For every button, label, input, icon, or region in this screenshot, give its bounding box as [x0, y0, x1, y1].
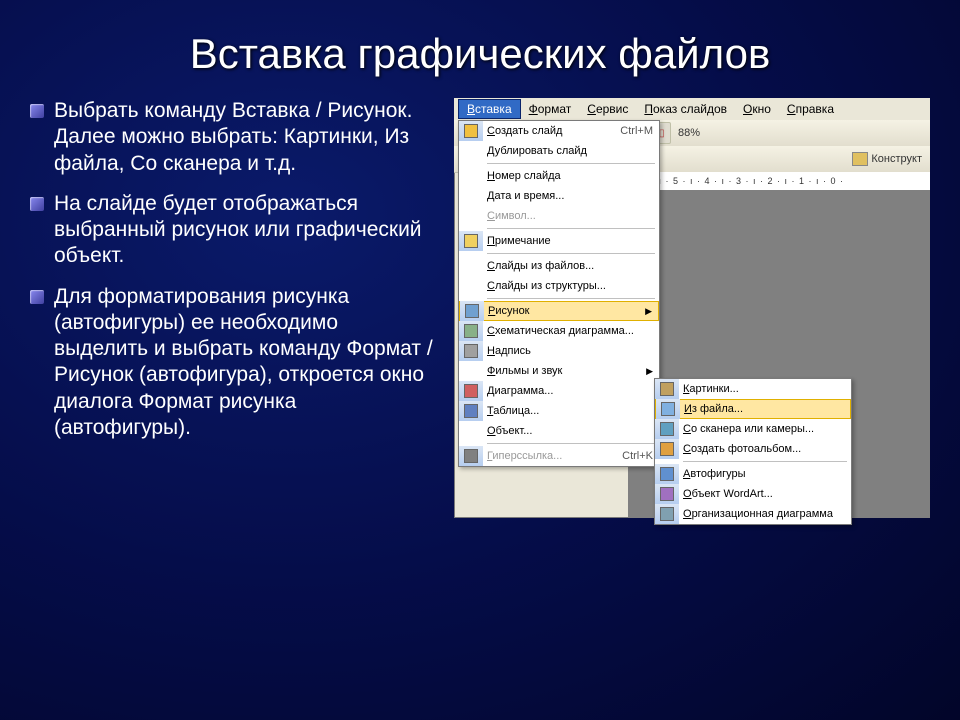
- submenu-arrow-icon: ▶: [646, 366, 653, 377]
- album-icon: [655, 439, 679, 459]
- blank-icon: [459, 361, 483, 381]
- menubar-item[interactable]: Формат: [521, 100, 580, 118]
- menu-item[interactable]: Слайды из структуры...: [459, 276, 659, 296]
- blank-icon: [459, 256, 483, 276]
- blank-icon: [459, 206, 483, 226]
- menubar: ВставкаФорматСервисПоказ слайдовОкноСпра…: [454, 98, 930, 121]
- org-icon: [655, 504, 679, 524]
- menubar-item[interactable]: Сервис: [579, 100, 636, 118]
- diag-icon: [459, 321, 483, 341]
- wordart-icon: [655, 484, 679, 504]
- slide-title: Вставка графических файлов: [0, 0, 960, 78]
- shapes-icon: [655, 464, 679, 484]
- menubar-item[interactable]: Показ слайдов: [636, 100, 735, 118]
- menu-item[interactable]: Создать слайдCtrl+M: [459, 121, 659, 141]
- chart-icon: [459, 381, 483, 401]
- designer-icon: [852, 152, 868, 166]
- bullet-item: Для форматирования рисунка (автофигуры) …: [30, 284, 434, 442]
- table-icon: [459, 401, 483, 421]
- menu-item[interactable]: Символ...: [459, 206, 659, 226]
- note-icon: [459, 231, 483, 251]
- menu-item[interactable]: Гиперссылка...Ctrl+K: [459, 446, 659, 466]
- menu-item[interactable]: Примечание: [459, 231, 659, 251]
- menu-item[interactable]: Надпись: [459, 341, 659, 361]
- menu-item[interactable]: Таблица...: [459, 401, 659, 421]
- bullet-icon: [30, 197, 44, 211]
- insert-menu-dropdown: Создать слайдCtrl+MДублировать слайд Номе…: [458, 120, 660, 467]
- menu-item[interactable]: Схематическая диаграмма...: [459, 321, 659, 341]
- menu-item[interactable]: Объект WordArt...: [655, 484, 851, 504]
- menubar-item[interactable]: Окно: [735, 100, 779, 118]
- bullet-list: Выбрать команду Вставка / Рисунок. Далее…: [30, 98, 434, 518]
- menu-item[interactable]: Рисунок▶: [459, 301, 659, 321]
- zoom-level[interactable]: 88%: [678, 127, 700, 139]
- blank-icon: [459, 421, 483, 441]
- menu-item[interactable]: Создать фотоальбом...: [655, 439, 851, 459]
- menubar-item[interactable]: Вставка: [458, 99, 521, 119]
- menubar-item[interactable]: Справка: [779, 100, 842, 118]
- text-icon: [459, 341, 483, 361]
- slide-icon: [459, 121, 483, 141]
- menu-item[interactable]: Номер слайда: [459, 166, 659, 186]
- menu-item[interactable]: Объект...: [459, 421, 659, 441]
- menu-item[interactable]: Картинки...: [655, 379, 851, 399]
- menu-item[interactable]: Автофигуры: [655, 464, 851, 484]
- bullet-item: Выбрать команду Вставка / Рисунок. Далее…: [30, 98, 434, 177]
- designer-button[interactable]: Конструкт: [852, 152, 922, 166]
- file-icon: [656, 399, 680, 419]
- menu-item[interactable]: Организационная диаграмма: [655, 504, 851, 524]
- submenu-arrow-icon: ▶: [645, 306, 652, 317]
- pic-icon: [460, 301, 484, 321]
- menu-item[interactable]: Диаграмма...: [459, 381, 659, 401]
- horizontal-ruler: · 6 · ı · 5 · ı · 4 · ı · 3 · ı · 2 · ı …: [628, 172, 930, 191]
- blank-icon: [459, 141, 483, 161]
- bullet-icon: [30, 290, 44, 304]
- scan-icon: [655, 419, 679, 439]
- menu-item[interactable]: Фильмы и звук▶: [459, 361, 659, 381]
- screenshot-insert-menu: ВставкаФорматСервисПоказ слайдовОкноСпра…: [454, 98, 930, 518]
- picture-submenu-dropdown: Картинки...Из файла...Со сканера или кам…: [654, 378, 852, 525]
- menu-item[interactable]: Слайды из файлов...: [459, 256, 659, 276]
- blank-icon: [459, 276, 483, 296]
- menu-item[interactable]: Со сканера или камеры...: [655, 419, 851, 439]
- menu-item[interactable]: Из файла...: [655, 399, 851, 419]
- bullet-item: На слайде будет отображаться выбранный р…: [30, 191, 434, 270]
- blank-icon: [459, 186, 483, 206]
- blank-icon: [459, 166, 483, 186]
- clip-icon: [655, 379, 679, 399]
- menu-item[interactable]: Дублировать слайд: [459, 141, 659, 161]
- link-icon: [459, 446, 483, 466]
- menu-item[interactable]: Дата и время...: [459, 186, 659, 206]
- bullet-icon: [30, 104, 44, 118]
